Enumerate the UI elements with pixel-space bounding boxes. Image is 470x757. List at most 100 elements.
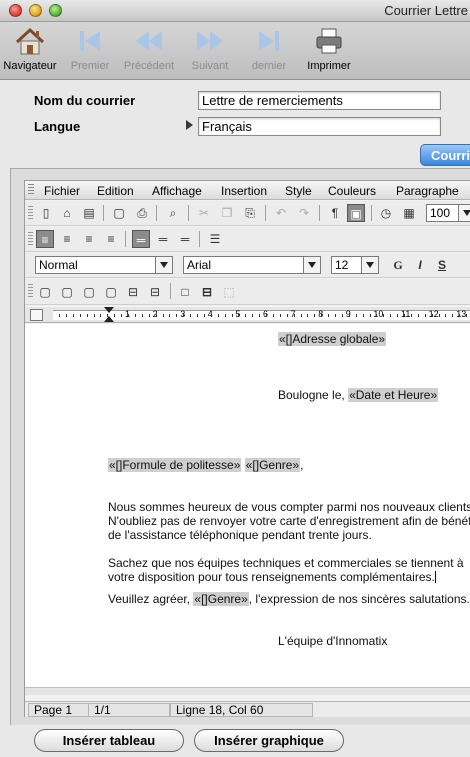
print-icon[interactable]: ⎙ <box>133 204 151 222</box>
langue-label: Langue <box>34 119 81 134</box>
ruler-tick <box>238 314 240 317</box>
suivant-button[interactable]: Suivant <box>188 26 232 72</box>
inserer-graphique-button[interactable]: Insérer graphique <box>194 729 344 752</box>
title-bar: Courrier Lettre <box>0 0 470 22</box>
doc-paragraph-1-line-2: N'oubliez pas de renvoyer votre carte d'… <box>108 514 470 528</box>
premier-button[interactable]: Premier <box>68 26 112 72</box>
left-indent-marker[interactable] <box>104 316 114 322</box>
format-toolbar: Normal Arial 12 G I S <box>25 253 470 278</box>
toolbar-separator <box>199 231 200 247</box>
calendar-icon[interactable]: ▦ <box>400 204 418 222</box>
ruler-tick <box>79 314 81 317</box>
merge-field-date[interactable]: «Date et Heure» <box>348 388 439 402</box>
show-paragraph-marks-icon[interactable]: ¶ <box>326 204 344 222</box>
next-record-icon <box>197 31 223 51</box>
zoom-window-button[interactable] <box>49 4 62 17</box>
ruler-track[interactable]: 12345678910111213 <box>53 309 470 320</box>
save-icon[interactable]: ▤ <box>80 204 98 222</box>
main-toolbar: Navigateur Premier Précédent Suivant der… <box>0 22 470 80</box>
italic-button[interactable]: I <box>411 256 429 274</box>
menu-paragraphe[interactable]: Paragraphe <box>396 184 459 198</box>
tab-courrier[interactable]: Courrier <box>420 144 470 166</box>
merge-field-formule[interactable]: «[]Formule de politesse» <box>108 458 242 472</box>
menu-affichage[interactable]: Affichage <box>152 184 202 198</box>
menu-insertion[interactable]: Insertion <box>221 184 267 198</box>
bullet-list-icon[interactable]: ☰ <box>206 230 224 248</box>
justify-icon[interactable]: ≡ <box>102 230 120 248</box>
ruler-tick <box>114 314 116 317</box>
document-page[interactable]: «[]Adresse globale» Boulogne le, «Date e… <box>25 324 470 687</box>
langue-input[interactable] <box>198 117 441 136</box>
find-icon[interactable]: ⌕ <box>164 204 182 222</box>
ruler-tick <box>93 314 95 317</box>
zoom-select[interactable]: 100 <box>426 204 470 222</box>
new-document-icon[interactable]: ▯ <box>37 204 55 222</box>
border-left-icon[interactable]: ▢ <box>36 283 54 301</box>
undo-icon[interactable]: ↶ <box>272 204 290 222</box>
merge-field-genre[interactable]: «[]Genre» <box>193 592 249 606</box>
menu-couleurs[interactable]: Couleurs <box>328 184 376 198</box>
tab-stop-type-button[interactable] <box>30 309 43 321</box>
minimize-window-button[interactable] <box>29 4 42 17</box>
border-inner-icon[interactable]: ⊟ <box>146 283 164 301</box>
previous-record-icon <box>136 31 162 51</box>
imprimer-button[interactable]: Imprimer <box>304 26 354 72</box>
first-line-indent-marker[interactable] <box>104 307 114 313</box>
ruler-tick <box>59 314 60 317</box>
border-none-icon[interactable]: ⬚ <box>220 283 238 301</box>
paragraph-style-select[interactable]: Normal <box>35 256 173 274</box>
line-spacing-one-half-icon[interactable]: ═ <box>154 230 172 248</box>
underline-button[interactable]: S <box>433 256 451 274</box>
ruler-tick <box>452 314 454 317</box>
cut-icon[interactable]: ✂ <box>195 204 213 222</box>
border-box-icon[interactable]: □ <box>176 283 194 301</box>
open-folder-icon[interactable]: ⌂ <box>58 204 76 222</box>
font-select[interactable]: Arial <box>183 256 321 274</box>
toolbar-separator <box>103 205 104 221</box>
clock-icon[interactable]: ◷ <box>377 204 395 222</box>
ruler-tick <box>286 314 288 317</box>
menu-fichier[interactable]: Fichier <box>44 184 80 198</box>
close-window-button[interactable] <box>9 4 22 17</box>
chevron-down-icon <box>458 205 470 221</box>
line-spacing-double-icon[interactable]: ═ <box>176 230 194 248</box>
ruler-tick <box>397 314 399 317</box>
nom-courrier-input[interactable] <box>198 91 441 110</box>
border-horizontal-icon[interactable]: ⊟ <box>124 283 142 301</box>
align-left-icon[interactable]: ≡ <box>36 230 54 248</box>
ruler-tick <box>134 314 136 317</box>
ruler-tick <box>438 314 440 317</box>
langue-disclosure-triangle-icon[interactable] <box>186 120 193 130</box>
merge-field-adresse[interactable]: «[]Adresse globale» <box>278 332 387 346</box>
menu-edition[interactable]: Edition <box>97 184 134 198</box>
align-right-icon[interactable]: ≡ <box>80 230 98 248</box>
navigateur-button[interactable]: Navigateur <box>2 26 58 72</box>
ruler-tick <box>328 314 330 317</box>
doc-paragraph-2-line-2: votre disposition pour tous renseignemen… <box>108 570 436 584</box>
horizontal-scrollbar[interactable] <box>25 687 470 695</box>
copy-icon[interactable]: ❐ <box>218 204 236 222</box>
print-preview-icon[interactable]: ▢ <box>110 204 128 222</box>
page-view-icon[interactable]: ▣ <box>347 204 365 222</box>
border-split-icon[interactable]: ⊟ <box>198 283 216 301</box>
dernier-button[interactable]: dernier <box>248 26 290 72</box>
toolbar-grip[interactable] <box>28 284 33 299</box>
paste-icon[interactable]: ⎘ <box>241 204 259 222</box>
line-spacing-single-icon[interactable]: ═ <box>132 230 150 248</box>
font-size-select[interactable]: 12 <box>331 256 379 274</box>
menu-grip[interactable] <box>28 184 34 196</box>
precedent-button[interactable]: Précédent <box>122 26 176 72</box>
menu-style[interactable]: Style <box>285 184 312 198</box>
merge-field-genre[interactable]: «[]Genre» <box>244 458 301 472</box>
toolbar-grip[interactable] <box>28 232 33 247</box>
align-center-icon[interactable]: ≡ <box>58 230 76 248</box>
redo-icon[interactable]: ↷ <box>295 204 313 222</box>
printer-icon <box>316 28 342 54</box>
ruler-tick <box>266 314 267 317</box>
bold-button[interactable]: G <box>389 256 407 274</box>
toolbar-grip[interactable] <box>28 206 33 221</box>
border-top-icon[interactable]: ▢ <box>58 283 76 301</box>
border-right-icon[interactable]: ▢ <box>80 283 98 301</box>
inserer-tableau-button[interactable]: Insérer tableau <box>34 729 184 752</box>
border-bottom-icon[interactable]: ▢ <box>102 283 120 301</box>
